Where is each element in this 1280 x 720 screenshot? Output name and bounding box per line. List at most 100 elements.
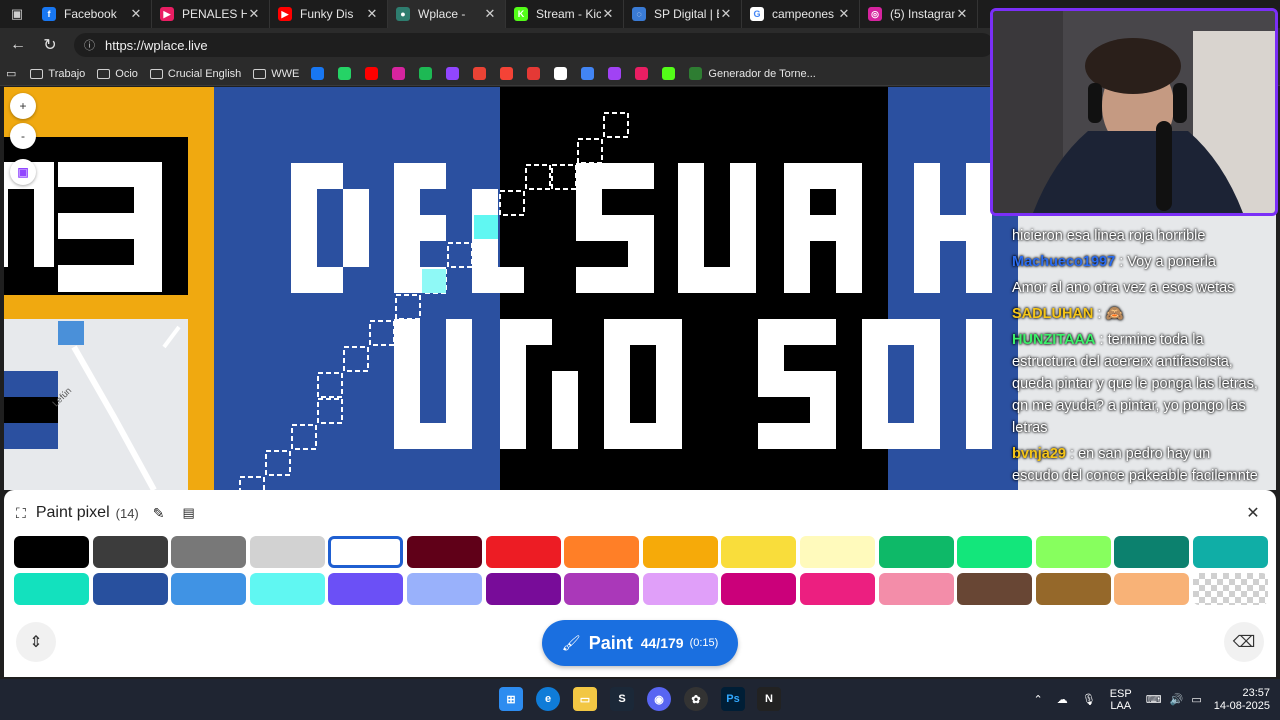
color-swatch[interactable] xyxy=(1114,536,1190,568)
browser-tab[interactable]: ▶ Funky Dis ✕ xyxy=(270,0,388,28)
bookmark-site-icon[interactable] xyxy=(554,67,568,80)
tab-actions-icon[interactable]: ▣ xyxy=(0,0,34,28)
color-swatch[interactable] xyxy=(1035,536,1111,568)
bookmark-site-icon[interactable] xyxy=(635,67,649,80)
color-swatch[interactable] xyxy=(642,573,718,605)
color-swatch[interactable] xyxy=(92,536,168,568)
zoom-in-button[interactable]: + xyxy=(10,93,36,119)
bookmark-site-icon[interactable] xyxy=(527,67,541,80)
tab-close-icon[interactable]: ✕ xyxy=(483,6,497,22)
color-swatch[interactable] xyxy=(957,536,1033,568)
bookmark-site-icon[interactable] xyxy=(392,67,406,80)
bookmark-folder-trabajo[interactable]: Trabajo xyxy=(30,68,85,80)
color-swatch[interactable] xyxy=(878,536,954,568)
browser-tab[interactable]: K Stream - Kick ✕ xyxy=(506,0,624,28)
color-swatch[interactable] xyxy=(249,573,325,605)
color-swatch[interactable] xyxy=(14,573,89,605)
bookmark-folder-ocio[interactable]: Ocio xyxy=(97,68,138,80)
tab-close-icon[interactable]: ✕ xyxy=(955,6,969,22)
bookmark-site-icon[interactable] xyxy=(446,67,460,80)
network-icon[interactable]: ☁ xyxy=(1057,693,1068,706)
color-swatch[interactable] xyxy=(171,536,247,568)
bookmark-site-icon[interactable] xyxy=(473,67,487,80)
bookmark-site-icon[interactable] xyxy=(500,67,514,80)
close-icon[interactable]: ✕ xyxy=(1240,500,1266,526)
chat-username[interactable]: SADLUHAN xyxy=(1012,306,1093,322)
tab-close-icon[interactable]: ✕ xyxy=(129,6,143,22)
paint-button[interactable]: 🖌 Paint 44/179 (0:15) xyxy=(542,620,738,666)
chat-username[interactable]: HUNZITAAA xyxy=(1012,332,1096,348)
tab-close-icon[interactable]: ✕ xyxy=(365,6,379,22)
color-swatch[interactable] xyxy=(407,536,482,568)
browser-tab[interactable]: f Facebook ✕ xyxy=(34,0,152,28)
chat-username[interactable]: bvnja29 xyxy=(1012,446,1066,462)
color-swatch[interactable] xyxy=(878,573,954,605)
bookmark-folder-crucial-english[interactable]: Crucial English xyxy=(149,68,241,80)
bookmark-site-icon[interactable] xyxy=(338,67,352,80)
color-swatch[interactable] xyxy=(485,573,561,605)
bookmark-site-icon[interactable] xyxy=(608,67,622,80)
browser-tab[interactable]: ● Wplace - ✕ xyxy=(388,0,506,28)
expand-panel-icon[interactable]: ⇕ xyxy=(16,622,56,662)
browser-tab[interactable]: Gcampeones de✕ xyxy=(742,0,860,28)
color-swatch[interactable] xyxy=(328,536,404,568)
color-swatch[interactable] xyxy=(92,573,168,605)
zoom-out-button[interactable]: - xyxy=(10,123,36,149)
app-icon[interactable]: N xyxy=(757,687,781,711)
color-swatch[interactable] xyxy=(1193,573,1268,605)
color-swatch[interactable] xyxy=(721,573,797,605)
discord-icon[interactable]: ◉ xyxy=(647,687,671,711)
bookmark-generador[interactable]: Generador de Torne... xyxy=(689,67,816,80)
color-swatch[interactable] xyxy=(642,536,718,568)
color-swatch[interactable] xyxy=(407,573,482,605)
url-field[interactable]: ⓘ https://wplace.live xyxy=(74,33,994,57)
color-swatch[interactable] xyxy=(721,536,797,568)
back-icon[interactable]: ← xyxy=(4,31,32,59)
site-info-icon[interactable]: ⓘ xyxy=(84,37,95,53)
volume-icon[interactable]: 🔊 xyxy=(1170,693,1184,706)
file-explorer-icon[interactable]: ▭ xyxy=(573,687,597,711)
bookmark-site-icon[interactable] xyxy=(419,67,433,80)
tab-close-icon[interactable]: ✕ xyxy=(601,6,615,22)
color-swatch[interactable] xyxy=(800,573,875,605)
twitch-icon[interactable]: ▣ xyxy=(10,159,36,185)
bookmark-site-icon[interactable] xyxy=(311,67,325,80)
tab-close-icon[interactable]: ✕ xyxy=(837,6,851,22)
color-swatch[interactable] xyxy=(1035,573,1111,605)
bookmarks-menu-icon[interactable]: ▭ xyxy=(6,67,16,80)
language-indicator[interactable]: ESP LAA xyxy=(1110,688,1132,712)
browser-tab[interactable]: ◎ (5) Instagram ✕ xyxy=(860,0,978,28)
color-swatch[interactable] xyxy=(957,573,1033,605)
bookmark-site-icon[interactable] xyxy=(662,67,676,80)
chevron-up-icon[interactable]: ⌃ xyxy=(1034,693,1043,706)
chatgpt-icon[interactable]: ✿ xyxy=(684,687,708,711)
color-swatch[interactable] xyxy=(800,536,875,568)
color-swatch[interactable] xyxy=(14,536,89,568)
color-swatch[interactable] xyxy=(171,573,247,605)
color-swatch[interactable] xyxy=(564,573,640,605)
clock[interactable]: 23:57 14-08-2025 xyxy=(1214,687,1270,713)
color-swatch[interactable] xyxy=(1193,536,1268,568)
eraser-icon[interactable]: ⌫ xyxy=(1224,622,1264,662)
bookmark-site-icon[interactable] xyxy=(365,67,379,80)
image-icon[interactable]: ▤ xyxy=(183,505,195,521)
fullscreen-icon[interactable]: ⛶ xyxy=(16,505,26,522)
bookmark-folder-wwe[interactable]: WWE xyxy=(253,68,299,80)
edge-icon[interactable]: e xyxy=(536,687,560,711)
mic-icon[interactable]: 🎙 xyxy=(1082,693,1096,706)
wifi-icon[interactable]: ⌨ xyxy=(1146,693,1162,706)
steam-icon[interactable]: S xyxy=(610,687,634,711)
color-swatch[interactable] xyxy=(564,536,640,568)
photoshop-icon[interactable]: Ps xyxy=(721,687,745,711)
battery-icon[interactable]: ▭ xyxy=(1191,693,1201,706)
tab-close-icon[interactable]: ✕ xyxy=(247,6,261,22)
bookmark-site-icon[interactable] xyxy=(581,67,595,80)
browser-tab[interactable]: ▶ PENALES HUA✕ xyxy=(152,0,270,28)
refresh-icon[interactable]: ↻ xyxy=(36,31,64,59)
browser-tab[interactable]: ◌ SP Digital | Exp✕ xyxy=(624,0,742,28)
color-swatch[interactable] xyxy=(249,536,325,568)
color-swatch[interactable] xyxy=(1114,573,1190,605)
eyedropper-icon[interactable]: ✎ xyxy=(153,505,165,522)
chat-username[interactable]: Machueco1997 xyxy=(1012,254,1115,270)
tab-close-icon[interactable]: ✕ xyxy=(719,6,733,22)
